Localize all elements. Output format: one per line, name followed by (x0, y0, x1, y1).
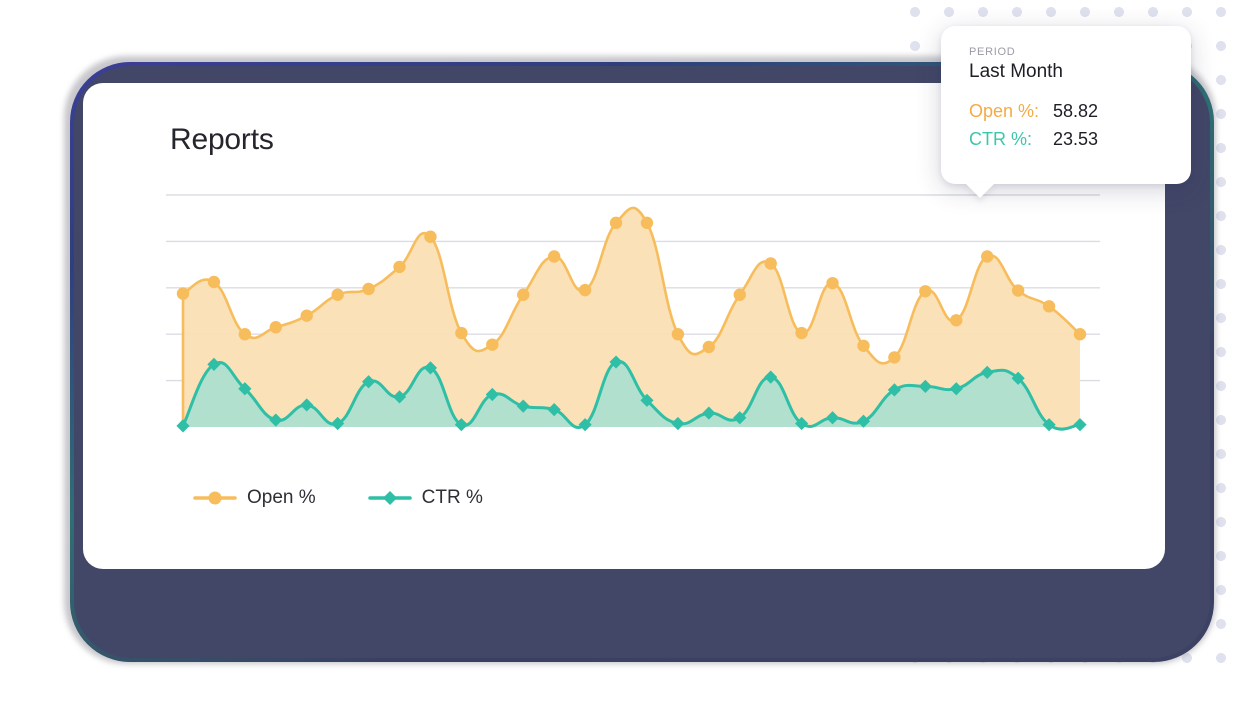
tooltip-row: CTR %: 23.53 (969, 129, 1167, 150)
data-point-open[interactable] (331, 288, 344, 301)
tooltip-period-value: Last Month (969, 61, 1063, 82)
data-point-open[interactable] (919, 285, 932, 298)
tooltip-row-value: 23.53 (1053, 129, 1099, 149)
data-point-open[interactable] (733, 288, 746, 301)
data-point-open[interactable] (578, 283, 592, 297)
data-point-open[interactable] (981, 250, 994, 263)
data-point-open[interactable] (1042, 300, 1056, 313)
data-point-open[interactable] (950, 314, 963, 327)
chart-tooltip: PERIOD Last Month Open %: 58.82 CTR %: 23.5… (941, 26, 1191, 184)
data-point-open[interactable] (702, 340, 716, 354)
data-point-open[interactable] (455, 326, 468, 340)
data-point-open[interactable] (238, 328, 252, 341)
tooltip-row-value: 58.82 (1053, 101, 1099, 121)
circle-marker-icon (193, 491, 237, 505)
data-point-open[interactable] (857, 339, 870, 352)
data-point-open[interactable] (640, 216, 654, 230)
data-point-open[interactable] (795, 326, 808, 340)
tooltip-row-key: CTR %: (969, 129, 1032, 149)
chart-legend: Open % CTR % (193, 487, 483, 509)
data-point-open[interactable] (424, 230, 437, 243)
diamond-marker-icon (367, 491, 412, 505)
tooltip-value-rows: Open %: 58.82 CTR %: 23.53 (969, 101, 1167, 150)
data-point-open[interactable] (888, 351, 901, 364)
tooltip-period-label: PERIOD (969, 46, 1016, 58)
data-point-open[interactable] (764, 257, 777, 270)
legend-item-ctr[interactable]: CTR % (367, 487, 483, 509)
data-point-open[interactable] (826, 276, 839, 290)
legend-item-open[interactable]: Open % (193, 487, 316, 509)
data-point-open[interactable] (609, 216, 623, 230)
tooltip-row-key: Open %: (969, 101, 1040, 121)
data-point-open[interactable] (1011, 284, 1025, 297)
legend-label: Open % (247, 487, 316, 508)
data-point-open[interactable] (269, 321, 282, 334)
screenshot-root: Reports Open % CTR % PERIOD Last Month Op… (0, 0, 1248, 710)
data-point-open[interactable] (486, 338, 499, 351)
data-point-open[interactable] (547, 250, 561, 263)
data-point-open[interactable] (362, 282, 375, 296)
data-point-open[interactable] (300, 309, 313, 322)
data-point-open[interactable] (176, 287, 190, 300)
data-point-open[interactable] (207, 275, 221, 289)
tooltip-row: Open %: 58.82 (969, 101, 1167, 122)
data-point-open[interactable] (393, 260, 406, 274)
data-point-open[interactable] (671, 328, 685, 341)
data-point-open[interactable] (1073, 328, 1087, 341)
data-point-open[interactable] (517, 288, 530, 301)
legend-label: CTR % (421, 487, 483, 508)
